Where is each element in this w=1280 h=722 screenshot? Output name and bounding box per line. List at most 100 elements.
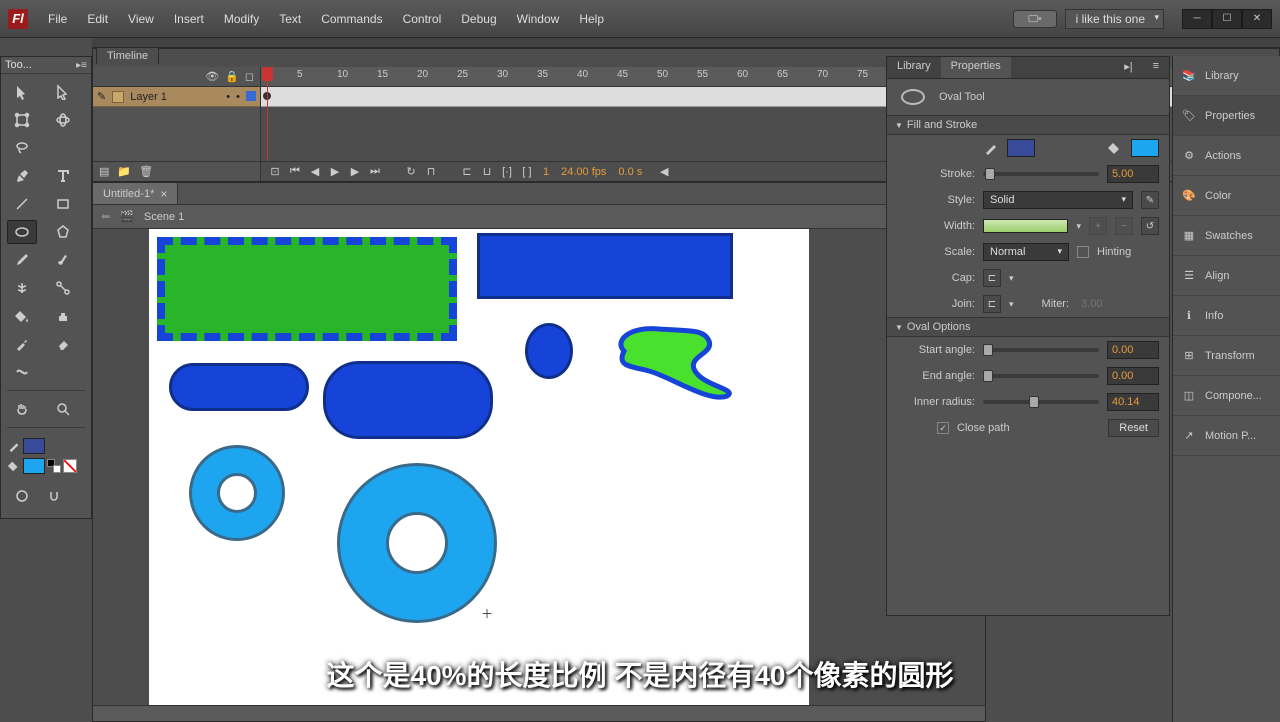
- width-dropdown-icon[interactable]: ▾: [1076, 221, 1081, 232]
- width-profile-select[interactable]: [983, 219, 1068, 233]
- layer-lock-dot[interactable]: •: [236, 91, 240, 103]
- section-oval-options[interactable]: Oval Options: [887, 317, 1169, 337]
- start-angle-input[interactable]: [1107, 341, 1159, 359]
- layer-visible-dot[interactable]: •: [226, 91, 230, 103]
- brush-tool[interactable]: [48, 248, 78, 272]
- tab-library[interactable]: Library: [887, 57, 941, 78]
- side-swatches[interactable]: ▦Swatches: [1173, 216, 1280, 256]
- side-color[interactable]: 🎨Color: [1173, 176, 1280, 216]
- fps-display[interactable]: 24.00: [561, 166, 589, 178]
- stage-scroll[interactable]: ＋: [93, 229, 985, 705]
- edit-multiple-button[interactable]: ⊔: [479, 165, 495, 179]
- selection-tool[interactable]: [7, 80, 37, 104]
- shape-blue-rectangle[interactable]: [477, 233, 733, 299]
- side-properties[interactable]: 🏷Properties: [1173, 96, 1280, 136]
- oval-tool[interactable]: [7, 220, 37, 244]
- free-transform-tool[interactable]: [7, 108, 37, 132]
- section-fill-stroke[interactable]: Fill and Stroke: [887, 115, 1169, 135]
- scene-name[interactable]: Scene 1: [144, 211, 184, 223]
- delete-layer-button[interactable]: 🗑: [139, 165, 153, 178]
- workspace-switcher[interactable]: i like this one: [1065, 9, 1164, 29]
- pencil-tool[interactable]: [7, 248, 37, 272]
- side-actions[interactable]: ⚙Actions: [1173, 136, 1280, 176]
- onion-skin-button[interactable]: ⊓: [423, 165, 439, 179]
- side-motion-presets[interactable]: ↗Motion P...: [1173, 416, 1280, 456]
- visibility-header-icon[interactable]: 👁: [205, 70, 219, 83]
- paint-bucket-tool[interactable]: [7, 304, 37, 328]
- end-angle-slider[interactable]: [983, 374, 1099, 378]
- join-select[interactable]: ⊏: [983, 295, 1001, 313]
- snap-toggle[interactable]: [39, 484, 69, 508]
- stroke-value-input[interactable]: [1107, 165, 1159, 183]
- menu-control[interactable]: Control: [393, 12, 452, 26]
- shape-freeform-blob[interactable]: [609, 321, 739, 403]
- end-angle-input[interactable]: [1107, 367, 1159, 385]
- miter-value[interactable]: 3.00: [1081, 298, 1102, 310]
- cap-dropdown-icon[interactable]: ▾: [1009, 273, 1014, 284]
- step-back-button[interactable]: ◀: [307, 165, 323, 179]
- inner-radius-input[interactable]: [1107, 393, 1159, 411]
- cap-select[interactable]: ⊏: [983, 269, 1001, 287]
- fill-color-picker[interactable]: [1131, 139, 1159, 157]
- close-button[interactable]: ✕: [1242, 9, 1272, 29]
- horizontal-scrollbar[interactable]: [93, 705, 985, 721]
- menu-view[interactable]: View: [118, 12, 164, 26]
- hinting-checkbox[interactable]: [1077, 246, 1089, 258]
- side-components[interactable]: ◫Compone...: [1173, 376, 1280, 416]
- playhead[interactable]: [267, 67, 268, 161]
- object-drawing-toggle[interactable]: [7, 484, 37, 508]
- step-forward-button[interactable]: ▶: [347, 165, 363, 179]
- menu-text[interactable]: Text: [269, 12, 311, 26]
- side-library[interactable]: 📚Library: [1173, 56, 1280, 96]
- loop-button[interactable]: ↻: [403, 165, 419, 179]
- maximize-button[interactable]: ☐: [1212, 9, 1242, 29]
- menu-debug[interactable]: Debug: [451, 12, 506, 26]
- line-tool[interactable]: [7, 192, 37, 216]
- shape-small-oval[interactable]: [525, 323, 573, 379]
- shape-donut-small[interactable]: [189, 445, 285, 541]
- timeline-tab[interactable]: Timeline: [96, 47, 159, 64]
- black-white-swap-icon[interactable]: [47, 459, 61, 473]
- deco-tool[interactable]: [7, 276, 37, 300]
- bone-tool[interactable]: [48, 276, 78, 300]
- onion-outline-button[interactable]: ⊏: [459, 165, 475, 179]
- goto-last-button[interactable]: ⏭: [367, 165, 383, 179]
- edit-stroke-style-button[interactable]: ✎: [1141, 191, 1159, 209]
- side-info[interactable]: ℹInfo: [1173, 296, 1280, 336]
- onion-range-button[interactable]: [ ]: [519, 165, 535, 179]
- back-button[interactable]: ⬅: [101, 210, 110, 223]
- lock-header-icon[interactable]: 🔒: [225, 70, 239, 83]
- shape-dashed-rectangle[interactable]: [157, 237, 457, 341]
- side-transform[interactable]: ⊞Transform: [1173, 336, 1280, 376]
- new-folder-button[interactable]: 📁: [117, 165, 131, 178]
- ink-bottle-tool[interactable]: [48, 304, 78, 328]
- subselection-tool[interactable]: [48, 80, 78, 104]
- hand-tool[interactable]: [7, 397, 37, 421]
- goto-first-button[interactable]: ⏮: [287, 165, 303, 179]
- side-align[interactable]: ☰Align: [1173, 256, 1280, 296]
- menu-help[interactable]: Help: [569, 12, 614, 26]
- document-tab[interactable]: Untitled-1* ×: [93, 183, 178, 204]
- close-path-checkbox[interactable]: ✓: [937, 422, 949, 434]
- eyedropper-tool[interactable]: [7, 332, 37, 356]
- menu-file[interactable]: File: [38, 12, 77, 26]
- no-color-icon[interactable]: [63, 459, 77, 473]
- menu-window[interactable]: Window: [507, 12, 570, 26]
- width-tool[interactable]: [7, 360, 37, 384]
- rectangle-tool[interactable]: [48, 192, 78, 216]
- shape-rounded-rect-1[interactable]: [169, 363, 309, 411]
- menu-edit[interactable]: Edit: [77, 12, 118, 26]
- style-select[interactable]: Solid: [983, 191, 1133, 209]
- modify-markers-button[interactable]: [·]: [499, 165, 515, 179]
- stroke-color-picker[interactable]: [1007, 139, 1035, 157]
- play-button[interactable]: ▶: [327, 165, 343, 179]
- current-frame-display[interactable]: 1: [543, 166, 549, 178]
- zoom-tool[interactable]: [48, 397, 78, 421]
- reset-button[interactable]: Reset: [1108, 419, 1159, 437]
- add-width-button[interactable]: +: [1089, 217, 1107, 235]
- shape-donut-large[interactable]: [337, 463, 497, 623]
- inner-radius-slider[interactable]: [983, 400, 1099, 404]
- text-tool[interactable]: [48, 164, 78, 188]
- shape-rounded-rect-2[interactable]: [323, 361, 493, 439]
- remove-width-button[interactable]: −: [1115, 217, 1133, 235]
